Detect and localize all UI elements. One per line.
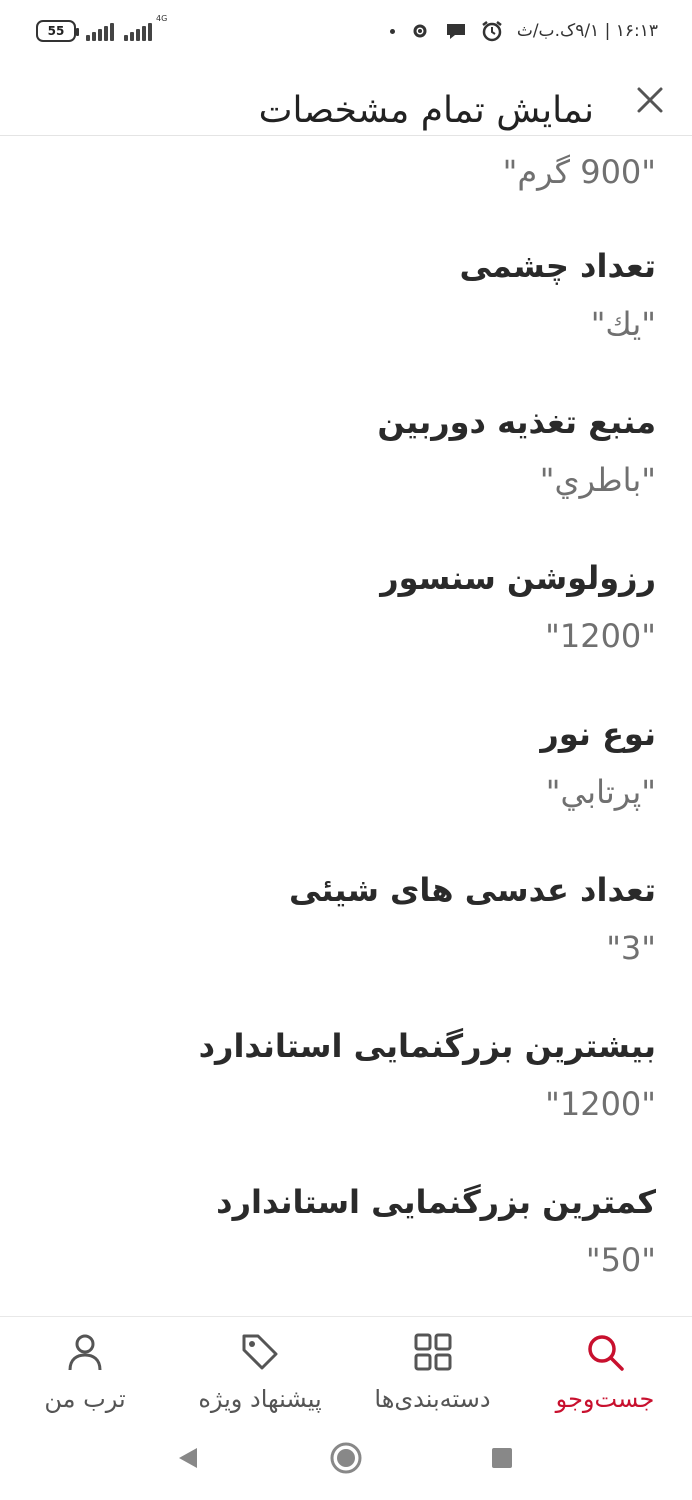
spec-value: "1200": [545, 1085, 656, 1123]
spec-value: "1200": [545, 617, 656, 655]
back-triangle-icon: [179, 1448, 197, 1468]
spec-value: "50": [585, 1241, 656, 1279]
home-circle-icon: [330, 1442, 362, 1474]
spec-label: تعداد عدسی های شیئی: [288, 871, 656, 909]
search-icon: [584, 1331, 626, 1373]
home-button[interactable]: [328, 1440, 364, 1476]
spec-item: تعداد عدسی های شیئی "3": [36, 871, 656, 967]
tag-icon: [239, 1331, 281, 1373]
nav-label-profile: ترب من: [44, 1385, 126, 1413]
spec-value: "3": [606, 929, 656, 967]
notification-dot-icon: [389, 28, 395, 34]
settings-gear-icon: [409, 20, 431, 42]
nav-label-categories: دسته‌بندی‌ها: [374, 1385, 491, 1413]
network-type: 4G: [156, 14, 168, 23]
battery-icon: 55: [36, 20, 79, 42]
recents-button[interactable]: [484, 1440, 520, 1476]
spec-value: "900 گرم": [502, 153, 656, 191]
alarm-icon: [481, 20, 503, 42]
message-icon: [445, 20, 467, 42]
close-icon: [637, 87, 663, 113]
page-title: نمایش تمام مشخصات: [258, 90, 594, 131]
spec-value: "باطري": [539, 461, 656, 499]
spec-item-partial: "900 گرم": [36, 153, 656, 191]
signal-icon: [86, 21, 114, 41]
spec-item: بیشترین بزرگنمایی استاندارد "1200": [36, 1027, 656, 1123]
status-left: 55 4G: [36, 14, 167, 46]
spec-item: منبع تغذیه دوربین "باطري": [36, 403, 656, 499]
spec-item: کمترین بزرگنمایی استاندارد "50": [36, 1183, 656, 1279]
spec-list[interactable]: "900 گرم" تعداد چشمی "یك" منبع تغذیه دور…: [0, 137, 692, 1315]
spec-value: "یك": [590, 305, 656, 343]
status-bar: 55 4G ۱۶:۱۳ | ۹/۱ک.ب/ث: [0, 0, 692, 62]
nav-item-profile[interactable]: ترب من: [20, 1317, 150, 1419]
status-time: ۱۶:۱۳ | ۹/۱ک.ب/ث: [516, 21, 658, 41]
header: نمایش تمام مشخصات: [0, 72, 692, 136]
system-nav-bar: [0, 1418, 692, 1500]
spec-value: "پرتابي": [545, 773, 656, 811]
bottom-nav: جست‌وجو دسته‌بندی‌ها پیشنهاد ویژه ترب من: [0, 1316, 692, 1418]
spec-item: تعداد چشمی "یك": [36, 247, 656, 343]
nav-item-categories[interactable]: دسته‌بندی‌ها: [350, 1317, 515, 1419]
back-button[interactable]: [170, 1440, 206, 1476]
spec-label: منبع تغذیه دوربین: [377, 403, 656, 441]
spec-label: رزولوشن سنسور: [380, 559, 656, 597]
spec-label: نوع نور: [540, 715, 656, 753]
spec-item: رزولوشن سنسور "1200": [36, 559, 656, 655]
nav-item-search[interactable]: جست‌وجو: [530, 1317, 680, 1419]
grid-icon: [412, 1331, 454, 1373]
user-icon: [64, 1331, 106, 1373]
spec-item: نوع نور "پرتابي": [36, 715, 656, 811]
nav-label-search: جست‌وجو: [555, 1385, 655, 1413]
spec-label: کمترین بزرگنمایی استاندارد: [216, 1183, 656, 1221]
nav-item-special-offer[interactable]: پیشنهاد ویژه: [180, 1317, 340, 1419]
signal-icon-2: [124, 21, 152, 41]
nav-label-special-offer: پیشنهاد ویژه: [198, 1385, 322, 1413]
spec-label: تعداد چشمی: [459, 247, 656, 285]
battery-level: 55: [47, 24, 65, 38]
recents-square-icon: [492, 1448, 512, 1468]
spec-label: بیشترین بزرگنمایی استاندارد: [198, 1027, 656, 1065]
close-button[interactable]: [636, 86, 664, 114]
status-right: ۱۶:۱۳ | ۹/۱ک.ب/ث: [389, 16, 658, 46]
